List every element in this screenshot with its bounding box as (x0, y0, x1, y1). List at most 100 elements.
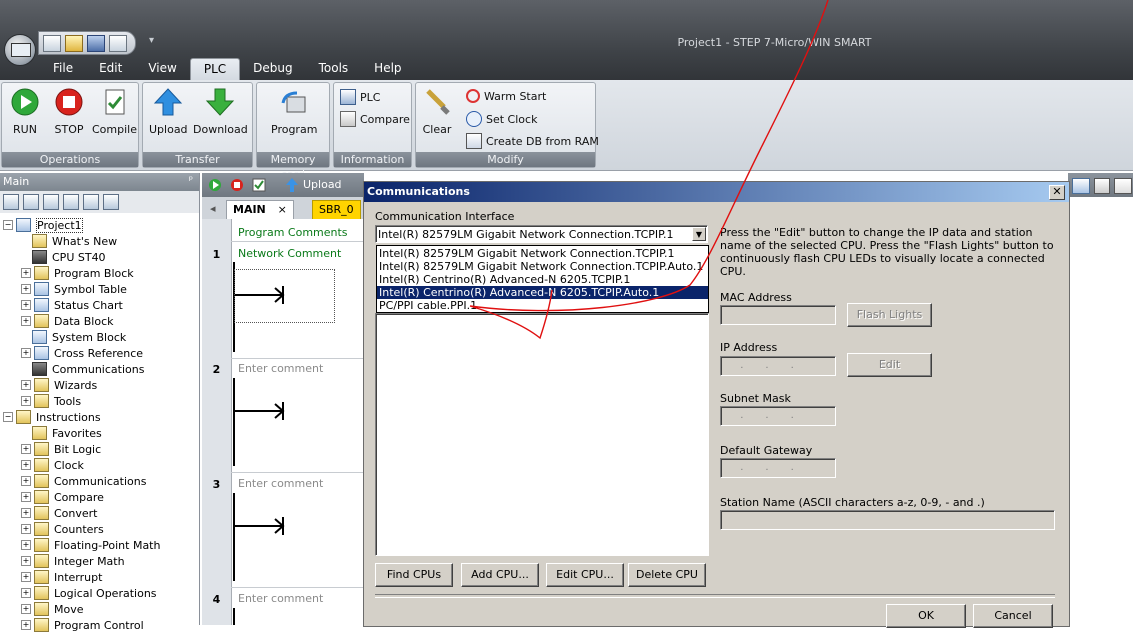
expand-icon[interactable]: + (21, 316, 31, 326)
tree-item[interactable]: + Compare (21, 489, 104, 505)
run-small-icon[interactable] (208, 178, 222, 192)
tree-item[interactable]: + Move (21, 601, 84, 617)
upload-small-icon[interactable] (286, 178, 298, 192)
edit-icon[interactable] (1094, 178, 1110, 194)
expand-icon[interactable]: + (21, 444, 31, 454)
edit-cpu-button[interactable]: Edit CPU... (546, 563, 624, 587)
list-icon[interactable] (63, 194, 79, 210)
flash-lights-button[interactable]: Flash Lights (847, 303, 932, 327)
tree-item[interactable]: + Convert (21, 505, 98, 521)
program-button[interactable]: Program (271, 87, 317, 136)
expand-icon[interactable]: + (21, 476, 31, 486)
tab-main[interactable]: MAIN × (226, 200, 294, 219)
view-icon[interactable] (3, 194, 19, 210)
interface-option[interactable]: Intel(R) Centrino(R) Advanced-N 6205.TCP… (377, 273, 708, 286)
tree-item[interactable]: + Symbol Table (21, 281, 127, 297)
tree-item[interactable]: − Project1 (3, 217, 83, 233)
pin-icon[interactable]: ᵖ (189, 175, 193, 186)
cancel-button[interactable]: Cancel (973, 604, 1053, 628)
chevron-down-icon[interactable]: ▼ (692, 227, 706, 241)
tree-item[interactable]: + Program Control (21, 617, 144, 633)
tab-file[interactable]: File (40, 58, 86, 80)
download-button[interactable]: Download (193, 87, 248, 136)
find-cpus-button[interactable]: Find CPUs (375, 563, 453, 587)
monitor-icon[interactable] (103, 194, 119, 210)
rung-comment[interactable]: Enter comment (238, 477, 323, 490)
expand-icon[interactable]: + (21, 348, 31, 358)
expand-icon[interactable]: + (21, 284, 31, 294)
tree-item[interactable]: + Integer Math (21, 553, 125, 569)
add-cpu-button[interactable]: Add CPU... (461, 563, 539, 587)
tab-view[interactable]: View (135, 58, 189, 80)
close-tab-icon[interactable]: × (278, 203, 287, 216)
upload-button[interactable]: Upload (149, 87, 188, 136)
page-icon[interactable] (43, 194, 59, 210)
tree-item[interactable]: + Interrupt (21, 569, 102, 585)
stop-small-icon[interactable] (230, 178, 244, 192)
interface-option[interactable]: Intel(R) 82579LM Gigabit Network Connect… (377, 247, 708, 260)
tree-item[interactable]: + Program Block (21, 265, 134, 281)
tree-item[interactable]: + Data Block (21, 313, 114, 329)
tab-help[interactable]: Help (361, 58, 414, 80)
interface-dropdown[interactable]: Intel(R) 82579LM Gigabit Network Connect… (375, 225, 708, 243)
grid-icon[interactable] (23, 194, 39, 210)
plc-info-button[interactable]: PLC (340, 89, 380, 105)
expand-icon[interactable]: + (21, 492, 31, 502)
create-db-button[interactable]: Create DB from RAM (466, 133, 599, 149)
table-icon[interactable] (1072, 178, 1090, 194)
cpu-list[interactable] (375, 313, 709, 556)
tree-item[interactable]: + Cross Reference (21, 345, 143, 361)
tab-scroll-left-icon[interactable]: ◂ (204, 200, 222, 218)
rung-comment[interactable]: Enter comment (238, 362, 323, 375)
expand-icon[interactable]: + (21, 604, 31, 614)
compare-button[interactable]: Compare (340, 111, 410, 127)
tree-item[interactable]: + Bit Logic (21, 441, 101, 457)
expand-icon[interactable]: + (21, 524, 31, 534)
tree-item[interactable]: Favorites (32, 425, 102, 441)
tab-plc[interactable]: PLC (189, 58, 241, 80)
tree-item[interactable]: + Counters (21, 521, 104, 537)
tree-item[interactable]: System Block (32, 329, 126, 345)
expand-icon[interactable]: + (21, 540, 31, 550)
network-comment[interactable]: Network Comment (238, 247, 341, 260)
clear-button[interactable]: Clear (422, 87, 452, 136)
tree-item[interactable]: + Wizards (21, 377, 97, 393)
expand-icon[interactable]: + (21, 588, 31, 598)
expand-icon[interactable]: + (21, 508, 31, 518)
stop-button[interactable]: STOP (54, 87, 84, 136)
interface-option[interactable]: Intel(R) 82579LM Gigabit Network Connect… (377, 260, 708, 273)
ok-button[interactable]: OK (886, 604, 966, 628)
tree-item[interactable]: − Instructions (3, 409, 101, 425)
expand-icon[interactable]: + (21, 380, 31, 390)
warm-start-button[interactable]: Warm Start (466, 89, 546, 103)
tree-item[interactable]: + Clock (21, 457, 84, 473)
rung-comment[interactable]: Enter comment (238, 592, 323, 605)
tree-item[interactable]: + Floating-Point Math (21, 537, 160, 553)
table-icon[interactable] (83, 194, 99, 210)
close-icon[interactable]: ✕ (1049, 185, 1065, 200)
interface-option-selected[interactable]: Intel(R) Centrino(R) Advanced-N 6205.TCP… (377, 286, 708, 299)
tab-debug[interactable]: Debug (240, 58, 305, 80)
run-button[interactable]: RUN (10, 87, 40, 136)
set-clock-button[interactable]: Set Clock (466, 111, 537, 127)
tree-item[interactable]: What's New (32, 233, 117, 249)
program-comments[interactable]: Program Comments (238, 226, 348, 239)
tree-item[interactable]: + Tools (21, 393, 81, 409)
expand-icon[interactable]: + (21, 300, 31, 310)
tree-item[interactable]: + Communications (21, 473, 146, 489)
tree-item[interactable]: CPU ST40 (32, 249, 106, 265)
interface-option[interactable]: PC/PPI cable.PPI.1 (377, 299, 708, 312)
upload-small-label[interactable]: Upload (303, 178, 342, 191)
collapse-icon[interactable]: − (3, 220, 13, 230)
expand-icon[interactable]: + (21, 620, 31, 630)
expand-icon[interactable]: + (21, 556, 31, 566)
collapse-icon[interactable]: − (3, 412, 13, 422)
edit-button[interactable]: Edit (847, 353, 932, 377)
tree-item[interactable]: Communications (32, 361, 144, 377)
expand-icon[interactable]: + (21, 268, 31, 278)
expand-icon[interactable]: + (21, 460, 31, 470)
expand-icon[interactable]: + (21, 572, 31, 582)
tab-edit[interactable]: Edit (86, 58, 135, 80)
tab-tools[interactable]: Tools (306, 58, 362, 80)
expand-icon[interactable]: + (21, 396, 31, 406)
